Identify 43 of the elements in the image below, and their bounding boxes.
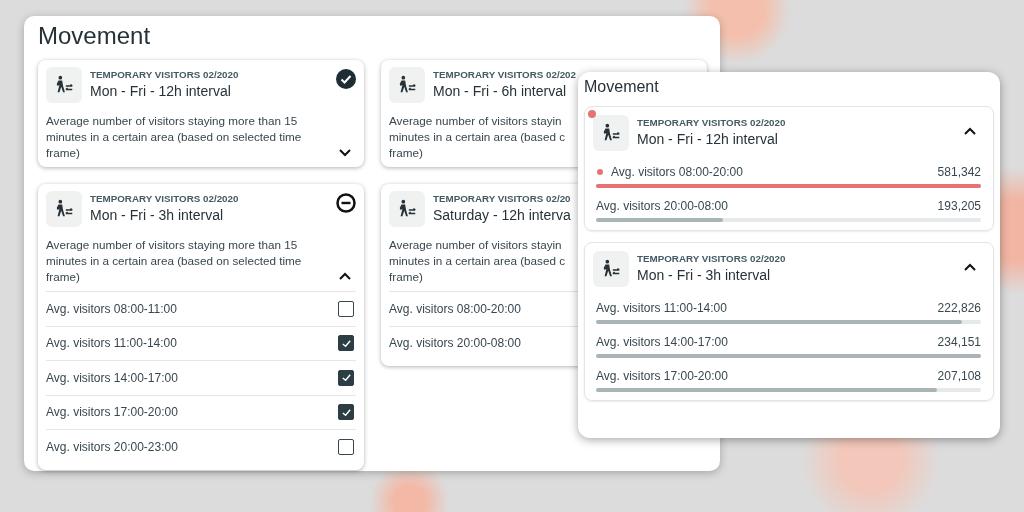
card-overline: TEMPORARY VISITORS 02/202 bbox=[433, 69, 576, 80]
row-value: 234,151 bbox=[937, 335, 981, 349]
checkmark-icon bbox=[340, 337, 352, 349]
card-overline: TEMPORARY VISITORS 02/20 bbox=[433, 193, 571, 204]
checkbox[interactable] bbox=[338, 369, 354, 386]
row-value: 193,205 bbox=[937, 199, 981, 213]
row-label: Avg. visitors 20:00-23:00 bbox=[46, 439, 178, 454]
row-value: 581,342 bbox=[937, 165, 981, 179]
row-label: Avg. visitors 17:00-20:00 bbox=[596, 369, 728, 383]
layer-card[interactable] bbox=[38, 184, 364, 470]
row-label: Avg. visitors 08:00-20:00 bbox=[389, 301, 521, 316]
checkbox[interactable] bbox=[338, 438, 354, 455]
card-description: Average number of visitors stayin minutes in a certain area (based c frame) bbox=[389, 237, 566, 285]
checkmark-icon bbox=[340, 372, 352, 384]
card-title: Mon - Fri - 6h interval bbox=[433, 83, 567, 99]
row-label: Avg. visitors 17:00-20:00 bbox=[46, 405, 178, 420]
panel-title: Movement bbox=[584, 78, 659, 96]
panel-title: Movement bbox=[38, 22, 151, 50]
layer-card[interactable]: TEMPORARY VISITORS 02/2020 Mon - Fri - 12h interval Average number of visitors staying more than 15 minutes in a certain area (based on selected time frame) bbox=[38, 60, 364, 167]
card-description: Average number of visitors staying more than 15 minutes in a certain area (based on selected time frame) bbox=[46, 113, 302, 161]
checkbox[interactable] bbox=[338, 300, 354, 317]
card-title: Mon - Fri - 12h interval bbox=[90, 83, 231, 99]
check-circle-icon[interactable] bbox=[336, 69, 356, 89]
checkmark-icon bbox=[340, 406, 352, 418]
layer-card[interactable]: TEMPORARY VISITORS 02/2020 Mon - Fri - 3h interval Avg. visitors 11:00-14:00 222,826 Avg. visitors 14:00-17:00 234,151 Avg. visitors 17:00-20:00 207,108 bbox=[584, 242, 994, 401]
row-value: 207,108 bbox=[937, 369, 981, 383]
card-description: Average number of visitors staying more than 15 minutes in a certain area (based on selected time frame) bbox=[46, 237, 302, 285]
card-title: Mon - Fri - 3h interval bbox=[90, 207, 224, 223]
row-label: Avg. visitors 20:00-08:00 bbox=[389, 336, 521, 351]
minus-circle-icon[interactable] bbox=[336, 193, 356, 213]
row-label: Avg. visitors 08:00-11:00 bbox=[46, 301, 177, 316]
row-label: Avg. visitors 11:00-14:00 bbox=[46, 336, 177, 351]
row-label: Avg. visitors 14:00-17:00 bbox=[46, 370, 178, 385]
row-value: 222,826 bbox=[937, 301, 981, 315]
layer-card[interactable]: TEMPORARY VISITORS 02/2020 Mon - Fri - 12h interval Avg. visitors 08:00-20:00 581,342 Avg. visitors 20:00-08:00 193,205 bbox=[584, 106, 994, 231]
checkbox[interactable] bbox=[338, 335, 354, 352]
card-overline: TEMPORARY VISITORS 02/2020 bbox=[90, 193, 239, 204]
row-label: Avg. visitors 08:00-20:00 bbox=[611, 165, 743, 179]
card-description: Average number of visitors stayin minutes in a certain area (based c frame) bbox=[389, 113, 566, 161]
card-title: Saturday - 12h interva bbox=[433, 207, 571, 223]
chevron-down-icon[interactable] bbox=[338, 146, 352, 159]
checkbox[interactable] bbox=[338, 404, 354, 421]
card-overline: TEMPORARY VISITORS 02/2020 bbox=[90, 69, 239, 80]
